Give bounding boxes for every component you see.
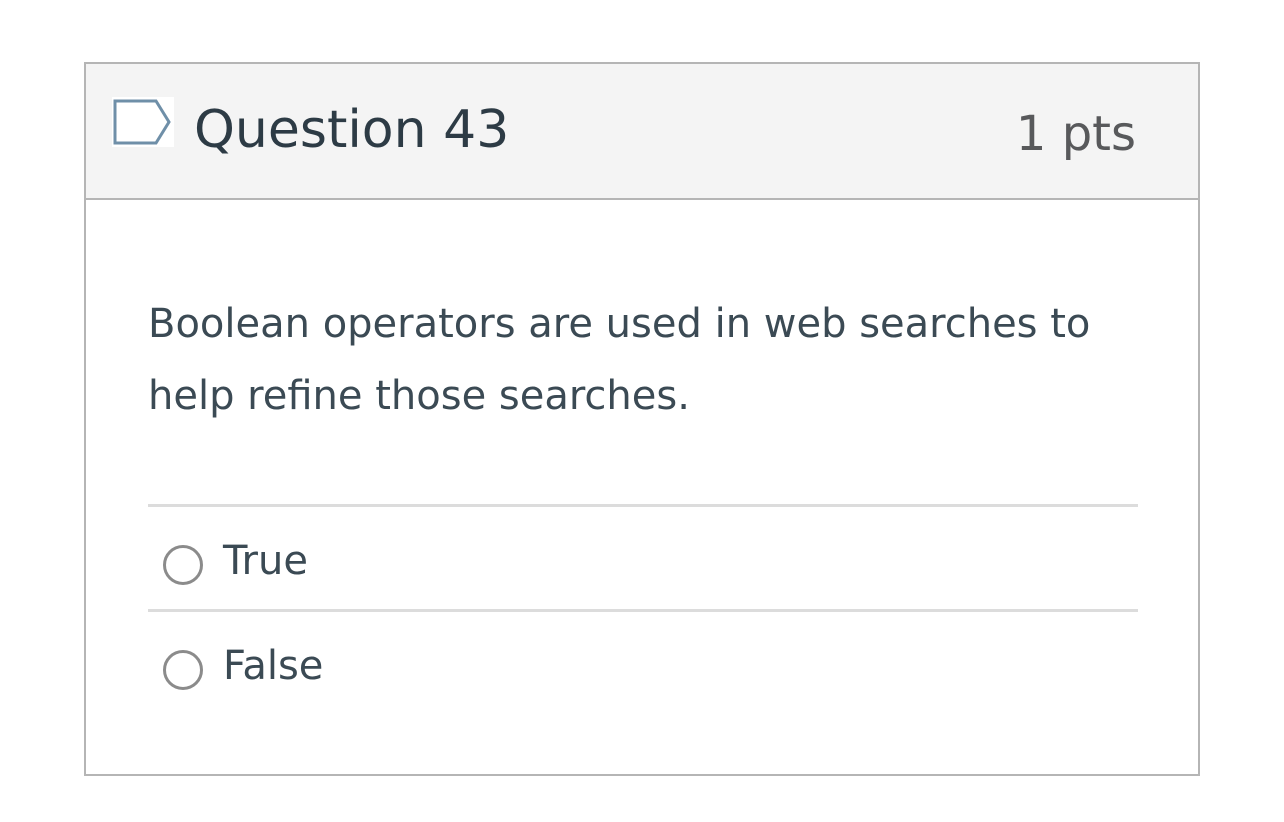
radio-button-true[interactable] [163,545,203,585]
answer-option-true[interactable]: True [148,507,1138,612]
answer-option-false[interactable]: False [148,612,1138,714]
question-card: Question 43 1 pts Boolean operators are … [84,62,1200,776]
flag-bookmark-icon[interactable] [112,97,174,147]
answer-list: True False [148,504,1138,714]
question-title: Question 43 [194,100,510,160]
question-header: Question 43 1 pts [86,64,1198,200]
question-body: Boolean operators are used in web search… [86,200,1198,774]
question-text: Boolean operators are used in web search… [148,301,1091,419]
radio-button-false[interactable] [163,650,203,690]
question-points: 1 pts [1015,106,1136,162]
answer-label-true[interactable]: True [223,537,308,585]
answer-label-false[interactable]: False [223,642,323,690]
